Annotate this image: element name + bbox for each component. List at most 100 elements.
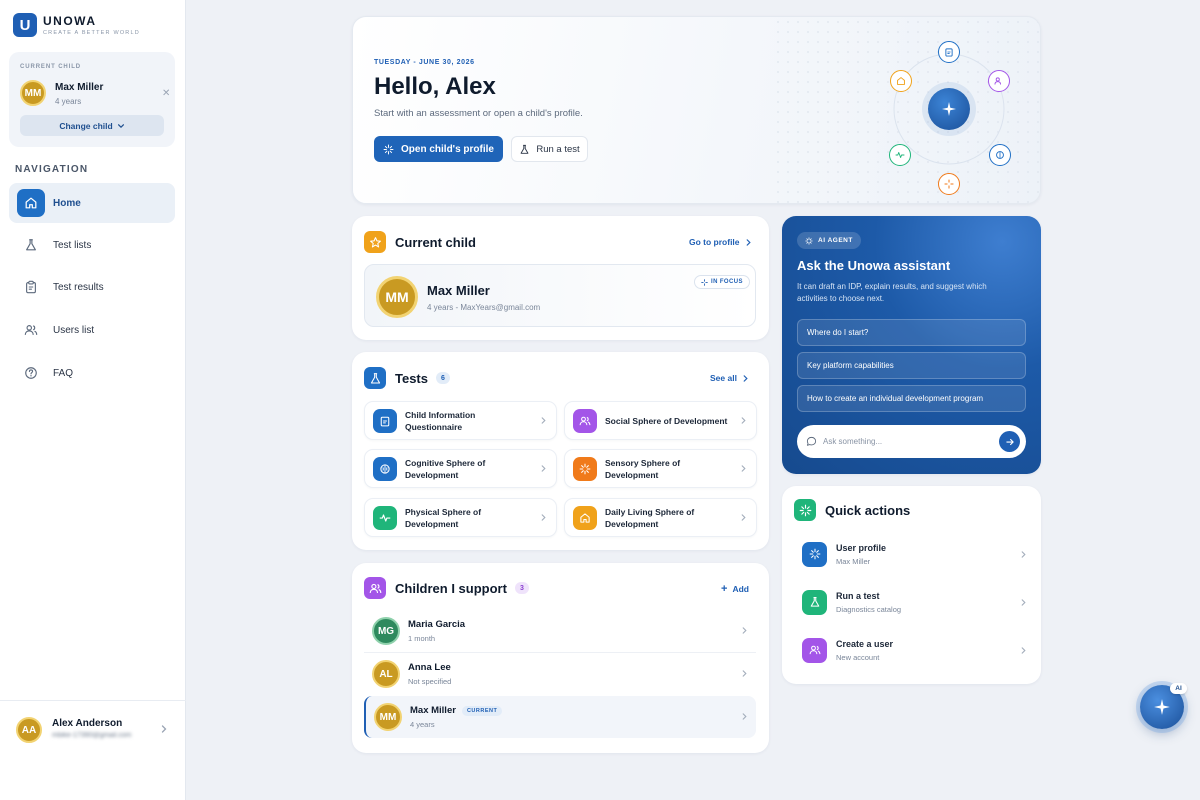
send-button[interactable] — [999, 431, 1020, 452]
suggestion-button[interactable]: Key platform capabilities — [797, 352, 1026, 379]
quick-action-run-test[interactable]: Run a test Diagnostics catalog — [802, 587, 1027, 617]
avatar: MM — [374, 703, 402, 731]
sidebar-item-label: Users list — [53, 324, 95, 336]
sidebar-item-test-lists[interactable]: Test lists — [9, 225, 175, 265]
sidebar-item-home[interactable]: Home — [9, 183, 175, 223]
chevron-right-icon — [1021, 551, 1026, 558]
help-circle-icon — [17, 359, 45, 387]
clipboard-icon — [373, 408, 397, 433]
sidebar-child-age: 4 years — [55, 97, 82, 106]
hero-subtitle: Start with an assessment or open a child… — [374, 108, 583, 119]
status-badge-label: IN FOCUS — [711, 279, 743, 285]
chat-bubble-icon — [806, 436, 817, 446]
suggestion-button[interactable]: Where do I start? — [797, 319, 1026, 346]
avatar: MM — [376, 276, 418, 318]
hero-date: TUESDAY - JUNE 30, 2026 — [374, 59, 475, 66]
sidebar-item-test-results[interactable]: Test results — [9, 267, 175, 307]
close-icon[interactable]: ✕ — [162, 88, 170, 99]
brand-name: UNOWA — [43, 14, 97, 28]
home-icon — [890, 70, 912, 92]
current-child-name: Max Miller — [427, 283, 490, 298]
test-tile-label: Social Sphere of Development — [605, 415, 728, 426]
star-icon — [364, 231, 386, 253]
assistant-input[interactable] — [823, 437, 983, 446]
test-tile-daily-living-sphere[interactable]: Daily Living Sphere of Development — [564, 498, 757, 537]
brand[interactable]: U UNOWA CREATE A BETTER WORLD — [13, 13, 140, 37]
users-icon — [17, 316, 45, 344]
users-icon — [364, 577, 386, 599]
children-count-badge: 3 — [514, 582, 529, 594]
tests-title: Tests — [395, 370, 428, 386]
test-tile-physical-sphere[interactable]: Physical Sphere of Development — [364, 498, 557, 537]
test-tile-child-information[interactable]: Child Information Questionnaire — [364, 401, 557, 440]
brand-tagline: CREATE A BETTER WORLD — [43, 30, 140, 36]
sidebar-item-label: FAQ — [53, 367, 74, 379]
test-tile-label: Child Information Questionnaire — [405, 409, 476, 432]
change-child-button[interactable]: Change child — [20, 115, 164, 136]
clipboard-icon — [17, 273, 45, 301]
users-icon — [573, 408, 597, 433]
test-tile-social-sphere[interactable]: Social Sphere of Development — [564, 401, 757, 440]
chevron-down-icon — [117, 123, 124, 128]
card-header: Current child — [364, 231, 476, 253]
sparkle-icon — [573, 456, 597, 481]
chevron-right-icon — [541, 514, 546, 521]
users-icon — [988, 70, 1010, 92]
add-child-button[interactable]: + Add — [721, 583, 749, 595]
quick-action-user-profile[interactable]: User profile Max Miller — [802, 539, 1027, 569]
hero-illustration — [888, 39, 1016, 197]
assistant-title: Ask the Unowa assistant — [797, 258, 951, 273]
chevron-right-icon — [743, 374, 748, 382]
navigation-title: NAVIGATION — [15, 164, 89, 175]
see-all-link[interactable]: See all — [710, 373, 749, 383]
current-child-profile[interactable]: MM Max Miller 4 years - MaxYears@gmail.c… — [364, 264, 756, 327]
chevron-right-icon — [742, 713, 747, 720]
test-tile-sensory-sphere[interactable]: Sensory Sphere of Development — [564, 449, 757, 488]
quick-action-title: Run a test — [836, 590, 880, 601]
run-test-button[interactable]: Run a test — [511, 136, 588, 162]
go-to-profile-link[interactable]: Go to profile — [689, 237, 752, 247]
page-title: Hello, Alex — [374, 73, 496, 100]
avatar: MM — [20, 80, 46, 106]
status-badge: CURRENT — [461, 705, 503, 716]
chevron-right-icon — [1021, 599, 1026, 606]
home-icon — [17, 189, 45, 217]
quick-action-create-user[interactable]: Create a user New account — [802, 635, 1027, 665]
test-tile-label: Physical Sphere of Development — [405, 506, 482, 529]
test-tile-cognitive-sphere[interactable]: Cognitive Sphere of Development — [364, 449, 557, 488]
brand-logo: U — [13, 13, 37, 37]
sidebar-item-label: Test results — [53, 281, 104, 293]
children-title: Children I support — [395, 580, 507, 596]
sparkle-icon — [805, 236, 813, 245]
pulse-icon — [373, 505, 397, 530]
current-child-label: CURRENT CHILD — [20, 64, 82, 70]
open-child-profile-label: Open child's profile — [401, 143, 494, 155]
chevron-right-icon — [741, 417, 746, 424]
sidebar-item-label: Home — [53, 197, 81, 209]
suggestion-button[interactable]: How to create an individual development … — [797, 385, 1026, 412]
assistant-description: It can draft an IDP, explain results, an… — [797, 282, 987, 303]
users-icon — [802, 637, 827, 663]
clipboard-icon — [938, 41, 960, 63]
test-tile-label: Cognitive Sphere of Development — [405, 457, 486, 480]
list-item[interactable]: MG Maria Garcia 1 month — [364, 610, 756, 652]
quick-actions-card: Quick actions User profile Max Miller Ru… — [782, 486, 1041, 684]
hero-card: TUESDAY - JUNE 30, 2026 Hello, Alex Star… — [352, 16, 1041, 204]
list-item[interactable]: MM Max Miller CURRENT 4 years — [364, 696, 756, 738]
sidebar-item-users-list[interactable]: Users list — [9, 310, 175, 350]
go-to-profile-label: Go to profile — [689, 237, 740, 247]
sidebar-item-faq[interactable]: FAQ — [9, 353, 175, 393]
user-email: mbike-17390@gmail.com — [52, 732, 132, 739]
quick-action-subtitle: Diagnostics catalog — [836, 604, 902, 614]
ai-agent-label: AI AGENT — [818, 237, 853, 244]
chevron-right-icon — [541, 417, 546, 424]
chevron-right-icon — [741, 465, 746, 472]
open-child-profile-button[interactable]: Open child's profile — [374, 136, 503, 162]
brain-icon — [989, 144, 1011, 166]
list-item[interactable]: AL Anna Lee Not specified — [364, 653, 756, 695]
sidebar-item-label: Test lists — [53, 239, 92, 251]
child-age: 1 month — [408, 634, 436, 643]
sidebar-user[interactable]: AA Alex Anderson mbike-17390@gmail.com — [0, 700, 186, 760]
quick-actions-title: Quick actions — [825, 502, 911, 518]
test-tile-label: Daily Living Sphere of Development — [605, 506, 695, 529]
